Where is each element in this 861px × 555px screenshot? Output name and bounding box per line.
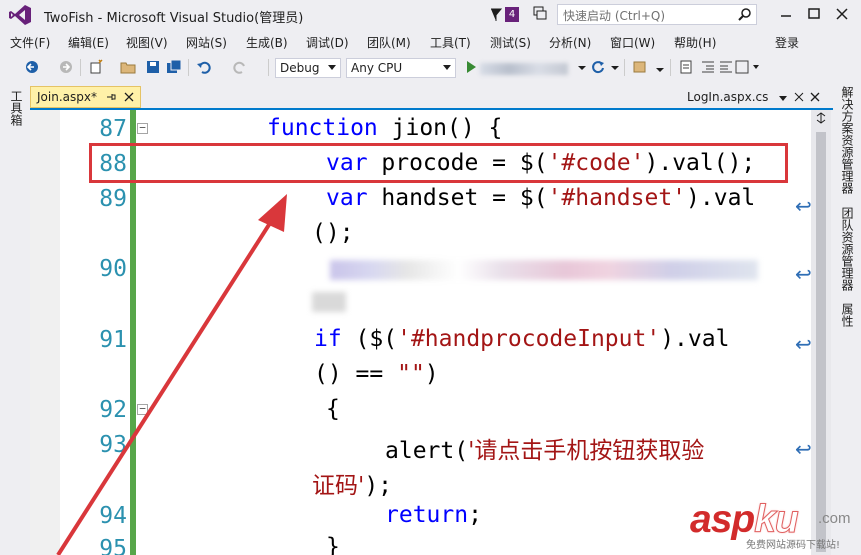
annotation-arrow bbox=[56, 194, 287, 555]
vs-window: TwoFish - Microsoft Visual Studio(管理员) 4… bbox=[0, 0, 861, 555]
watermark-brand-part: ku bbox=[754, 498, 799, 542]
watermark-domain: .com bbox=[818, 510, 851, 527]
watermark-tagline: 免费网站源码下载站! bbox=[746, 540, 841, 551]
watermark-logo: aspku .com 免费网站源码下载站! bbox=[690, 498, 860, 555]
watermark-brand-part: asp bbox=[690, 498, 755, 541]
